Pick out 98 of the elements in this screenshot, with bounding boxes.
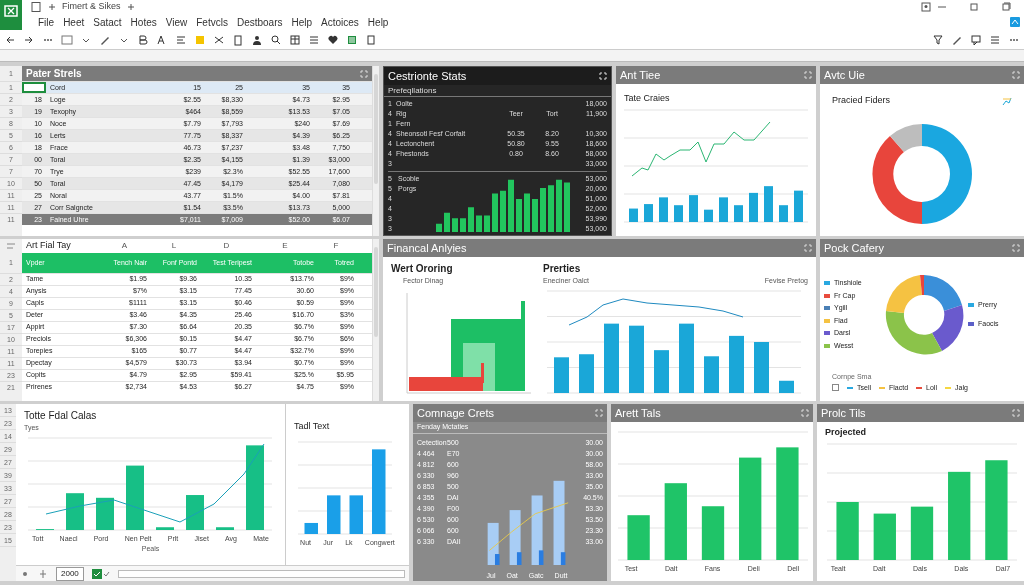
bar [835,501,859,560]
bar [96,497,114,530]
menu-item[interactable]: Help [291,14,313,30]
heart-icon[interactable] [327,33,339,46]
section-title: Prefeqllations [384,85,611,97]
filter-icon[interactable] [932,33,944,46]
bar [629,208,638,222]
panel-title: Avtc Uie [824,67,865,83]
bar [794,190,803,222]
panel-title: Arett Tals [615,405,661,421]
horizontal-scrollbar[interactable] [117,569,405,578]
bar [644,203,653,222]
panel-title: Prolc Tils [821,405,866,421]
chart-subtitle: Projected [824,426,867,439]
window-title: Fimert & Sikes [62,0,121,14]
chart-title: Pracied Fiders [832,94,891,107]
bar [764,185,773,222]
panel-title: Pock Cafery [824,240,884,256]
sheet-icon[interactable] [346,33,358,46]
column-letter: L [170,240,178,252]
bar [659,196,668,222]
restore-icon[interactable] [1000,1,1012,13]
account-icon[interactable] [920,1,932,13]
panel-title: Comnage Crets [417,405,495,421]
bar [186,494,204,530]
menu-item[interactable]: Heet [63,14,85,30]
bar [627,515,650,560]
column-letter: F [332,240,340,252]
plus-icon[interactable] [38,568,48,579]
bar [701,506,725,560]
comment-icon[interactable] [970,33,982,46]
menu-item[interactable]: Help [367,14,389,30]
search-icon[interactable] [270,33,282,46]
chart-title: Tadl Text [294,420,331,433]
bar [216,526,234,530]
chart-title: Prerties [543,262,582,276]
bar [779,380,794,393]
panel-title: Cestrionte Stats [388,68,467,84]
menu-item[interactable]: File [38,14,55,30]
person-icon[interactable] [251,33,263,46]
menu-item[interactable]: Actoices [321,14,359,30]
table-cell[interactable] [22,82,46,93]
chart-icon[interactable] [1002,95,1012,106]
panel-title: Financal Anlyies [387,240,467,256]
expand-icon[interactable] [599,72,607,80]
document-icon[interactable] [365,33,377,46]
align-icon[interactable] [175,33,187,46]
bar [156,526,174,530]
maximize-icon[interactable] [968,1,980,13]
list-icon[interactable] [308,33,320,46]
table-title: Pater Strels [26,67,82,81]
bar [654,349,669,393]
bar [754,341,769,393]
bold-icon[interactable] [137,33,149,46]
clipboard-icon[interactable] [232,33,244,46]
table-icon[interactable] [289,33,301,46]
bar [349,494,363,534]
column-letter: A [120,240,129,252]
bar [873,513,896,560]
bar [126,465,144,530]
panel-title: Ant Tiee [620,67,661,83]
bar [679,323,694,393]
bar [729,335,744,393]
bar [704,209,713,222]
chart-title: Totte Fdal Calas [24,409,98,423]
list-icon[interactable] [989,33,1001,46]
bar [304,522,318,534]
bar [629,325,644,393]
menu-item[interactable]: View [165,14,188,30]
font-box-icon[interactable] [61,33,73,46]
column-letter: D [222,240,231,252]
bar [674,204,683,222]
bar [779,204,788,222]
chart-title: Tate Craies [623,92,671,105]
menu-item[interactable]: Satact [93,14,122,30]
menu-item[interactable]: Fetvcls [196,14,228,30]
cell-value-field[interactable]: 2000 [56,566,84,581]
share-icon[interactable] [1010,17,1020,27]
plus-icon[interactable] [46,1,58,13]
bar [66,492,84,530]
bar [910,506,933,560]
bar [719,196,728,222]
bar [604,323,619,393]
bar [579,353,594,393]
confirm-icon[interactable] [91,568,110,579]
column-letter: E [281,240,289,252]
sheet-name: Art Fial Tay [25,239,72,253]
bar [704,355,719,393]
chart-title: Wert Ororing [391,262,454,276]
bar [689,194,698,222]
bar [749,192,758,222]
document-icon[interactable] [30,1,42,13]
menu-item[interactable]: Destboars [236,14,283,30]
bar [554,356,569,393]
bar [734,204,743,222]
menu-item[interactable]: Hotes [130,14,157,30]
bar [327,494,341,534]
checkbox-icon[interactable] [832,384,839,392]
